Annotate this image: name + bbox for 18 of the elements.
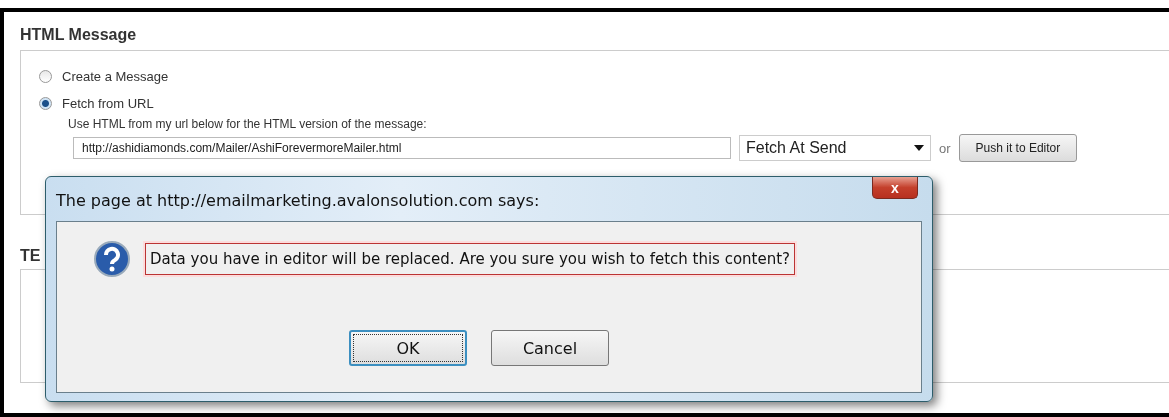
url-field[interactable]: http://ashidiamonds.com/Mailer/AshiForevermoreMailer.html [73, 137, 731, 159]
radio-label: Create a Message [62, 69, 169, 84]
hint-text: Use HTML from my url below for the HTML version of the message: [68, 117, 428, 131]
question-icon [93, 240, 131, 278]
section-title: HTML Message [20, 26, 137, 45]
close-button[interactable]: x [872, 177, 918, 199]
push-to-editor-button[interactable]: Push it to Editor [958, 134, 1078, 162]
radio-button[interactable] [39, 70, 52, 83]
section-title: TE [20, 247, 41, 266]
dialog-button[interactable]: Cancel [491, 330, 609, 366]
radio-label: Fetch from URL [62, 96, 154, 111]
dialog-title: The page at http://emailmarketing.avalonsolution.com says: [56, 191, 540, 210]
fetch-mode-select[interactable]: Fetch At Send [739, 135, 931, 161]
dialog-message: Data you have in editor will be replaced. Are you sure you wish to fetch this content? [145, 243, 796, 275]
or-text: or [939, 140, 951, 156]
caret-icon [914, 145, 924, 151]
radio-button[interactable] [39, 97, 52, 110]
dialog-button[interactable]: OK [349, 330, 467, 366]
